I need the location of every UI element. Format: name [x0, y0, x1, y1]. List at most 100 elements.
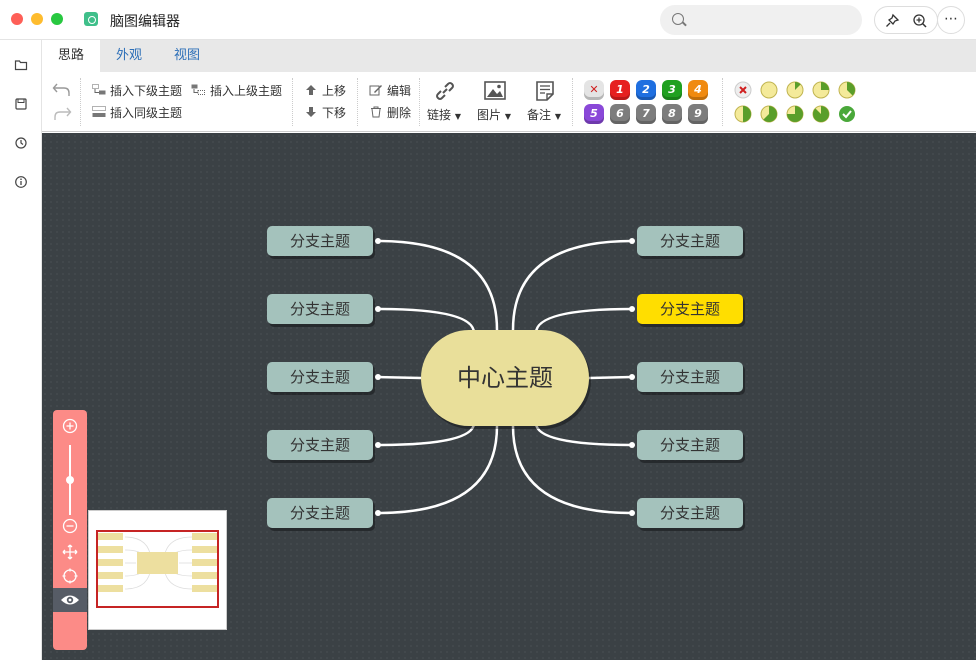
- right-branch-topic-node[interactable]: 分支主题: [637, 430, 743, 460]
- zoom-slider-handle[interactable]: [66, 476, 74, 484]
- right-branch-connector-dot: [629, 442, 635, 448]
- title-bar: 脑图编辑器 ⋯: [0, 0, 976, 40]
- progress-1-of-8-button[interactable]: [786, 81, 804, 99]
- zoom-in-icon[interactable]: [62, 418, 78, 434]
- progress-6-of-8-button[interactable]: [786, 105, 804, 123]
- link-icon[interactable]: [433, 79, 457, 103]
- left-branch-connector: [377, 307, 476, 334]
- minimap-preview: [96, 530, 219, 608]
- clear-priority-button[interactable]: ✕: [584, 80, 604, 100]
- right-branch-connector: [534, 307, 633, 334]
- right-branch-connector: [588, 375, 633, 380]
- image-button[interactable]: 图片 ▼: [477, 106, 511, 123]
- center-topic-node[interactable]: 中心主题: [421, 330, 589, 426]
- note-icon[interactable]: [534, 80, 556, 102]
- delete-button[interactable]: 删除: [387, 104, 411, 121]
- tab-appearance[interactable]: 外观: [100, 40, 158, 72]
- left-branch-connector: [377, 422, 476, 447]
- priority-3-button[interactable]: 3: [662, 80, 682, 100]
- priority-6-button[interactable]: 6: [610, 104, 630, 124]
- ribbon-separator: [292, 78, 293, 126]
- folder-icon[interactable]: [14, 58, 28, 72]
- left-branch-topic-node[interactable]: 分支主题: [267, 226, 373, 256]
- priority-5-button[interactable]: 5: [584, 104, 604, 124]
- right-branch-topic-node[interactable]: 分支主题: [637, 294, 743, 324]
- eye-icon: [61, 595, 79, 605]
- left-branch-connector-dot: [375, 306, 381, 312]
- minimize-window-button[interactable]: [31, 13, 43, 25]
- move-up-button[interactable]: 上移: [322, 82, 346, 99]
- priority-8-button[interactable]: 8: [662, 104, 682, 124]
- zoom-in-icon[interactable]: [911, 12, 929, 30]
- undo-icon[interactable]: [52, 80, 72, 98]
- right-branch-connector-dot: [629, 510, 635, 516]
- move-down-icon: [306, 107, 316, 117]
- right-branch-topic-node[interactable]: 分支主题: [637, 226, 743, 256]
- move-down-button[interactable]: 下移: [322, 104, 346, 121]
- tab-thinking[interactable]: 思路: [42, 40, 100, 72]
- edit-button[interactable]: 编辑: [387, 82, 411, 99]
- left-branch-connector-dot: [375, 238, 381, 244]
- maximize-window-button[interactable]: [51, 13, 63, 25]
- ribbon-toolbar: 插入下级主题 插入上级主题 插入同级主题 上移 下移 编辑 删除 链接 ▼ 图片…: [42, 72, 976, 132]
- priority-2-button[interactable]: 2: [636, 80, 656, 100]
- pin-icon[interactable]: [883, 12, 901, 30]
- locate-center-icon[interactable]: [62, 568, 78, 584]
- navigator-toggle-button[interactable]: [53, 588, 87, 612]
- save-icon[interactable]: [14, 97, 28, 111]
- priority-9-button[interactable]: 9: [688, 104, 708, 124]
- mindmap-canvas[interactable]: 中心主题 分支主题 分支主题 分支主题 分支主题 分支主题 分支主题 分支主题 分支主题 分支主…: [42, 133, 976, 660]
- priority-7-button[interactable]: 7: [636, 104, 656, 124]
- zoom-panel: [53, 410, 87, 650]
- delete-icon: [371, 106, 381, 118]
- progress-3-of-8-button[interactable]: [838, 81, 856, 99]
- edit-icon: [369, 85, 382, 96]
- left-branch-connector-dot: [375, 374, 381, 380]
- left-branch-topic-node[interactable]: 分支主题: [267, 498, 373, 528]
- insert-sibling-topic-button[interactable]: 插入同级主题: [110, 104, 182, 121]
- note-button[interactable]: 备注 ▼: [527, 106, 561, 123]
- right-branch-connector: [534, 422, 633, 447]
- progress-complete-button[interactable]: [838, 105, 856, 123]
- chevron-down-icon: ▼: [454, 112, 461, 121]
- move-up-icon: [306, 85, 316, 95]
- left-branch-connector-dot: [375, 442, 381, 448]
- progress-4-of-8-button[interactable]: [734, 105, 752, 123]
- insert-child-icon: [92, 84, 106, 95]
- link-button[interactable]: 链接 ▼: [427, 106, 461, 123]
- progress-0-of-8-button[interactable]: [760, 81, 778, 99]
- info-icon[interactable]: [14, 175, 28, 189]
- left-branch-topic-node[interactable]: 分支主题: [267, 294, 373, 324]
- navigator-minimap[interactable]: [88, 510, 227, 630]
- right-branch-connector-dot: [629, 374, 635, 380]
- left-branch-topic-node[interactable]: 分支主题: [267, 430, 373, 460]
- progress-2-of-8-button[interactable]: [812, 81, 830, 99]
- app-icon: [84, 12, 98, 26]
- insert-parent-topic-button[interactable]: 插入上级主题: [210, 82, 282, 99]
- left-branch-connector-dot: [375, 510, 381, 516]
- chevron-down-icon: ▼: [504, 112, 511, 121]
- tab-view[interactable]: 视图: [158, 40, 216, 72]
- left-branch-topic-node[interactable]: 分支主题: [267, 362, 373, 392]
- image-icon[interactable]: [483, 80, 507, 102]
- clear-progress-button[interactable]: [734, 81, 752, 99]
- history-icon[interactable]: [14, 136, 28, 150]
- priority-4-button[interactable]: 4: [688, 80, 708, 100]
- right-branch-topic-node[interactable]: 分支主题: [637, 362, 743, 392]
- insert-child-topic-button[interactable]: 插入下级主题: [110, 82, 182, 99]
- right-branch-connector-dot: [629, 306, 635, 312]
- more-icon[interactable]: ⋯: [937, 6, 965, 34]
- search-input[interactable]: [660, 5, 862, 35]
- progress-5-of-8-button[interactable]: [760, 105, 778, 123]
- left-branch-connector: [377, 425, 499, 515]
- close-window-button[interactable]: [11, 13, 23, 25]
- note-label: 备注: [527, 108, 552, 122]
- progress-7-of-8-button[interactable]: [812, 105, 830, 123]
- zoom-out-icon[interactable]: [62, 518, 78, 534]
- redo-icon[interactable]: [52, 104, 72, 122]
- ribbon-separator: [80, 78, 81, 126]
- move-icon[interactable]: [62, 544, 78, 560]
- right-branch-topic-node[interactable]: 分支主题: [637, 498, 743, 528]
- left-branch-connector: [377, 375, 422, 380]
- priority-1-button[interactable]: 1: [610, 80, 630, 100]
